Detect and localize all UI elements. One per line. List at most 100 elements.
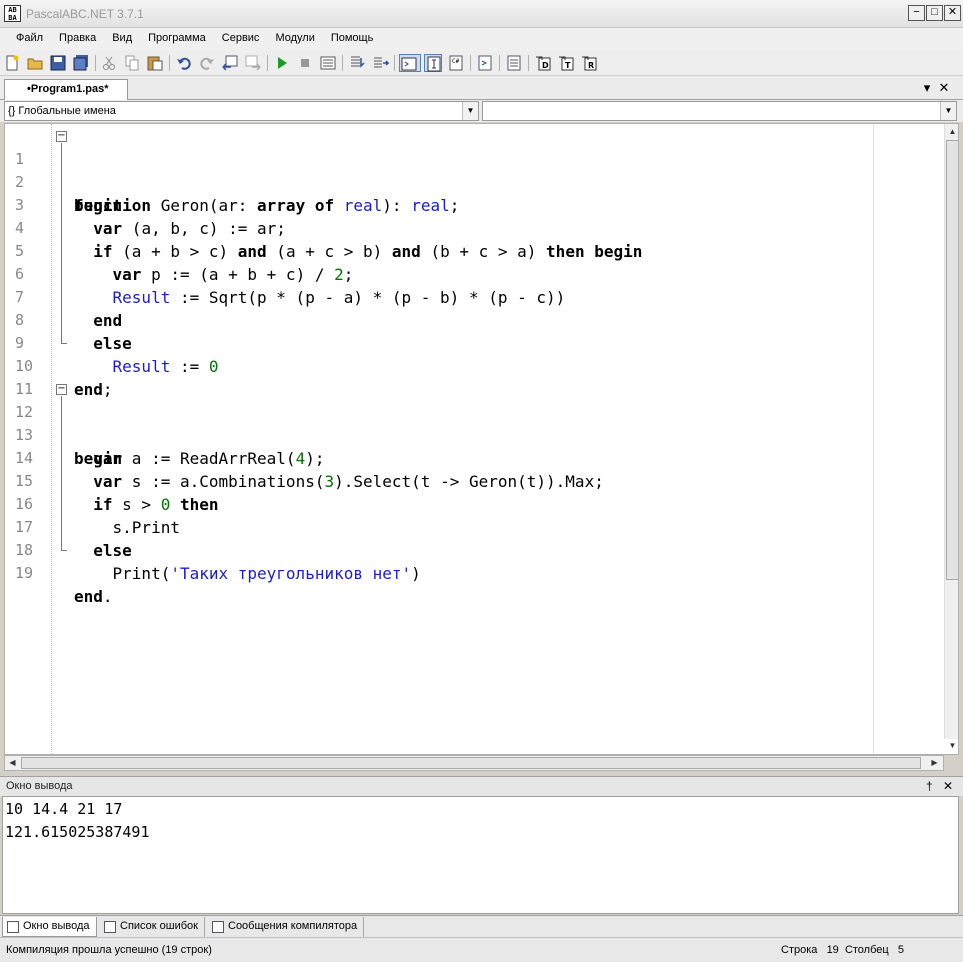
scroll-right-icon[interactable]: ▶ <box>927 756 942 770</box>
code-line: 8 else <box>15 311 132 353</box>
paste-icon[interactable] <box>146 54 164 72</box>
member-dropdown[interactable]: ▼ <box>482 101 957 121</box>
code-line: 13 var a := ReadArrReal(4); <box>15 426 325 468</box>
app-logo-icon: AB BA <box>4 5 21 22</box>
open-icon[interactable] <box>26 54 44 72</box>
format-icon[interactable] <box>505 54 523 72</box>
chevron-down-icon: ▼ <box>940 102 956 120</box>
editor-vertical-scrollbar[interactable]: ▲ ▼ <box>944 124 958 750</box>
code-line: 11 <box>15 380 34 398</box>
svg-text:R: R <box>588 61 594 70</box>
menu-view[interactable]: Вид <box>104 28 140 50</box>
code-line: 16 s.Print <box>15 495 180 537</box>
bottom-tab-strip: Окно вывода Список ошибок Сообщения комп… <box>0 915 963 937</box>
toolbar: C# D T R <box>0 50 963 76</box>
tab-error-list[interactable]: Список ошибок <box>100 917 205 937</box>
menu-edit[interactable]: Правка <box>51 28 104 50</box>
code-line: 5 var p := (a + b + c) / 2; <box>15 242 354 284</box>
cut-icon[interactable] <box>100 54 118 72</box>
code-line: 1 − function Geron(ar: array of real): r… <box>15 130 460 216</box>
menu-service[interactable]: Сервис <box>214 28 268 50</box>
status-message: Компиляция прошла успешно (19 строк) <box>6 944 212 956</box>
tab-output[interactable]: Окно вывода <box>2 917 97 937</box>
close-button[interactable]: ✕ <box>944 5 961 21</box>
compile-icon[interactable] <box>319 54 337 72</box>
code-line: 18 Print('Таких треугольников нет') <box>15 541 421 583</box>
svg-text:C#: C# <box>452 58 460 65</box>
output-panel-title: Окно вывода <box>6 780 73 792</box>
step-into-icon[interactable] <box>348 54 366 72</box>
code-line: 17 else <box>15 518 132 560</box>
fold-collapse-icon[interactable]: − <box>56 384 67 395</box>
undo-icon[interactable] <box>175 54 193 72</box>
code-line: 7 end <box>15 288 123 330</box>
menu-help[interactable]: Помощь <box>323 28 382 50</box>
code-line: 4 if (a + b > c) and (a + c > b) and (b … <box>15 219 643 261</box>
compiler-messages-icon <box>212 921 224 933</box>
window-title: PascalABC.NET 3.7.1 <box>26 7 144 21</box>
tab-program1[interactable]: •Program1.pas* <box>4 79 128 100</box>
output-panel[interactable]: 10 14.4 21 17 121.615025387491 <box>2 796 959 914</box>
code-editor[interactable]: 1 − function Geron(ar: array of real): r… <box>4 123 959 755</box>
code-line: 10 end; <box>15 357 113 399</box>
debug-t-icon[interactable]: T <box>557 54 575 72</box>
menu-program[interactable]: Программа <box>140 28 214 50</box>
tab-list-chevron-down-icon[interactable]: ▾ <box>920 80 934 96</box>
svg-text:T: T <box>565 61 571 70</box>
cursor-position: Строка 19 Столбец 5 <box>781 944 904 956</box>
redo-icon[interactable] <box>198 54 216 72</box>
comment-icon[interactable] <box>476 54 494 72</box>
scroll-thumb[interactable] <box>946 140 958 580</box>
debug-r-icon[interactable]: R <box>580 54 598 72</box>
chevron-down-icon: ▼ <box>462 102 478 120</box>
menu-modules[interactable]: Модули <box>267 28 322 50</box>
run-icon[interactable] <box>273 54 291 72</box>
step-over-icon[interactable] <box>371 54 390 72</box>
copy-icon[interactable] <box>123 54 141 72</box>
code-line: 14 var s := a.Combinations(3).Select(t -… <box>15 449 604 491</box>
stop-icon[interactable] <box>296 54 314 72</box>
intellisense-icon[interactable] <box>424 54 442 72</box>
save-all-icon[interactable] <box>72 54 90 72</box>
pin-icon[interactable]: † <box>926 779 933 793</box>
output-line: 121.615025387491 <box>5 823 150 841</box>
status-bar: Компиляция прошла успешно (19 строк) Стр… <box>0 937 963 962</box>
code-line: 3 var (a, b, c) := ar; <box>15 196 286 238</box>
code-line: 12 − begin <box>15 383 123 469</box>
tab-close-icon[interactable]: ✕ <box>937 80 951 96</box>
scroll-down-icon[interactable]: ▼ <box>945 738 958 753</box>
form-designer-icon[interactable]: C# <box>447 54 465 72</box>
scroll-up-icon[interactable]: ▲ <box>945 124 958 139</box>
navigate-forward-icon[interactable] <box>244 54 262 72</box>
close-icon[interactable]: ✕ <box>943 779 953 793</box>
scroll-thumb[interactable] <box>21 757 921 769</box>
svg-text:D: D <box>542 61 549 70</box>
scope-dropdown[interactable]: {} Глобальные имена ▼ <box>4 101 479 121</box>
save-icon[interactable] <box>49 54 67 72</box>
scroll-left-icon[interactable]: ◀ <box>5 756 20 770</box>
navigate-back-icon[interactable] <box>221 54 239 72</box>
output-line: 10 14.4 21 17 <box>5 800 123 818</box>
code-line: 15 if s > 0 then <box>15 472 219 514</box>
debug-d-icon[interactable]: D <box>534 54 552 72</box>
title-bar: AB BA PascalABC.NET 3.7.1 − □ ✕ <box>0 0 963 28</box>
menu-bar: Файл Правка Вид Программа Сервис Модули … <box>0 28 963 50</box>
output-panel-icon[interactable] <box>399 54 421 72</box>
tab-compiler-messages[interactable]: Сообщения компилятора <box>208 917 365 937</box>
code-line: 6 Result := Sqrt(p * (p - a) * (p - b) *… <box>15 265 566 307</box>
code-line: 9 Result := 0 <box>15 334 219 376</box>
scope-dropdown-value: {} Глобальные имена <box>8 105 116 117</box>
error-list-icon <box>104 921 116 933</box>
code-line: 19 end. <box>15 564 113 606</box>
new-file-icon[interactable] <box>3 54 21 72</box>
output-window-icon <box>7 921 19 933</box>
fold-collapse-icon[interactable]: − <box>56 131 67 142</box>
menu-file[interactable]: Файл <box>8 28 51 50</box>
code-line: 2 begin <box>15 173 123 215</box>
output-panel-header: Окно вывода † ✕ <box>0 776 963 796</box>
document-tab-strip: •Program1.pas* ▾ ✕ <box>0 76 963 100</box>
maximize-button[interactable]: □ <box>926 5 943 21</box>
scope-bar: {} Глобальные имена ▼ ▼ <box>0 100 963 122</box>
minimize-button[interactable]: − <box>908 5 925 21</box>
editor-horizontal-scrollbar[interactable]: ◀ ▶ <box>4 755 944 771</box>
